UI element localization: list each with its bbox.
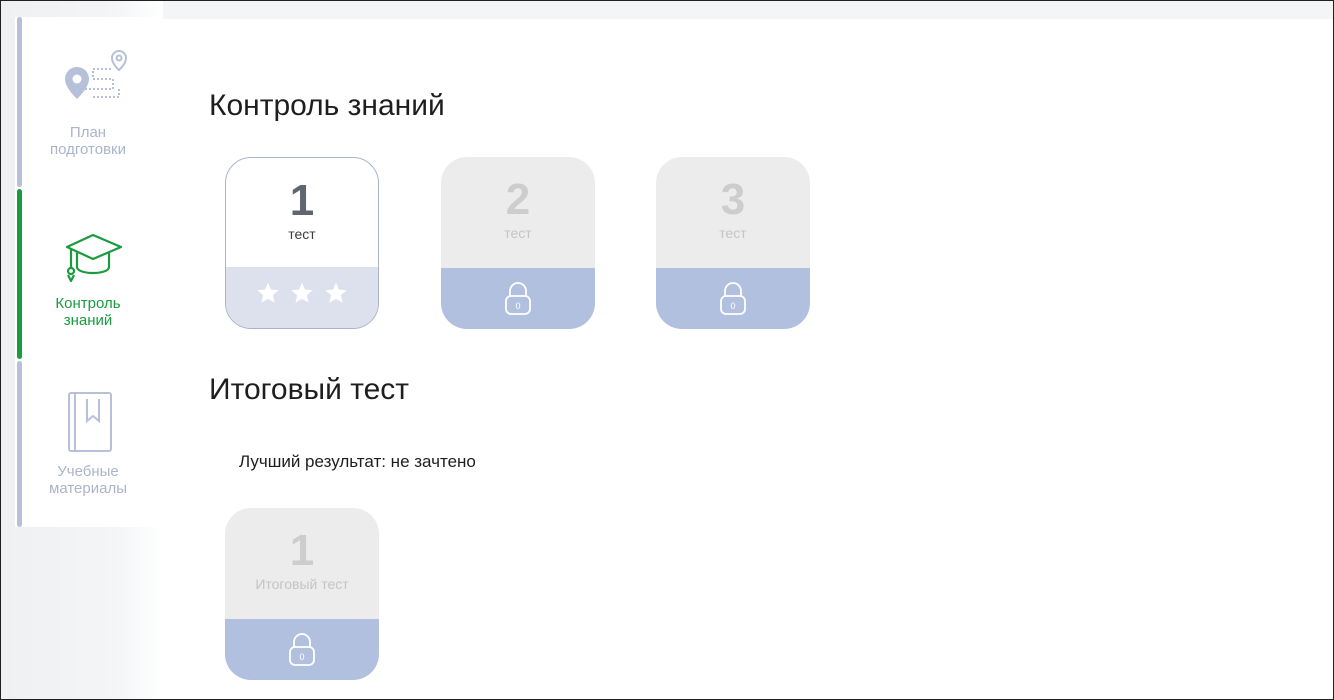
svg-text:0: 0 — [299, 652, 304, 662]
test-card-3[interactable]: 3 тест 0 — [656, 157, 810, 329]
sidebar-item-plan[interactable]: План подготовки — [15, 17, 161, 187]
test-caption: Итоговый тест — [255, 576, 349, 592]
test-card-footer: 0 — [656, 268, 810, 329]
test-caption: тест — [288, 226, 316, 242]
test-caption: тест — [504, 225, 532, 241]
test-card-footer — [226, 267, 378, 328]
sidebar-item-materials[interactable]: Учебные материалы — [15, 361, 161, 527]
section-title-final-test: Итоговый тест — [209, 373, 410, 406]
map-route-icon — [59, 45, 128, 115]
test-card-footer: 0 — [225, 619, 379, 680]
test-card-footer: 0 — [441, 268, 595, 329]
lock-icon: 0 — [289, 633, 315, 666]
star-icon — [256, 282, 279, 303]
test-caption: тест — [719, 225, 747, 241]
star-icon — [325, 282, 348, 303]
sidebar: План подготовки Контроль знаний Учебные … — [15, 17, 161, 527]
test-number: 1 — [289, 176, 315, 225]
best-result-text: Лучший результат: не зачтено — [239, 452, 476, 471]
sidebar-item-label: Учебные материалы — [49, 463, 127, 497]
lock-icon: 0 — [505, 282, 531, 315]
lock-icon: 0 — [720, 282, 746, 315]
top-strip — [1, 1, 1333, 19]
sidebar-rail-active — [17, 189, 22, 359]
svg-text:0: 0 — [515, 301, 520, 311]
rating-stars — [226, 281, 378, 310]
sidebar-item-knowledge-control[interactable]: Контроль знаний — [15, 189, 161, 359]
sidebar-rail — [17, 361, 22, 527]
sidebar-rail — [17, 17, 22, 187]
test-number: 3 — [720, 175, 746, 224]
app-frame: План подготовки Контроль знаний Учебные … — [0, 0, 1334, 700]
test-card-2[interactable]: 2 тест 0 — [441, 157, 595, 329]
sidebar-item-label: План подготовки — [50, 124, 126, 158]
test-number: 2 — [505, 175, 531, 224]
final-test-card-1[interactable]: 1 Итоговый тест 0 — [225, 508, 379, 680]
sidebar-item-label: Контроль знаний — [55, 295, 121, 329]
graduation-cap-icon — [59, 217, 127, 287]
section-title-knowledge-control: Контроль знаний — [209, 89, 445, 122]
test-number: 1 — [289, 526, 315, 575]
book-bookmark-icon — [59, 387, 127, 457]
star-icon — [291, 282, 313, 303]
svg-text:0: 0 — [730, 301, 735, 311]
test-card-1[interactable]: 1 тест — [225, 157, 379, 329]
